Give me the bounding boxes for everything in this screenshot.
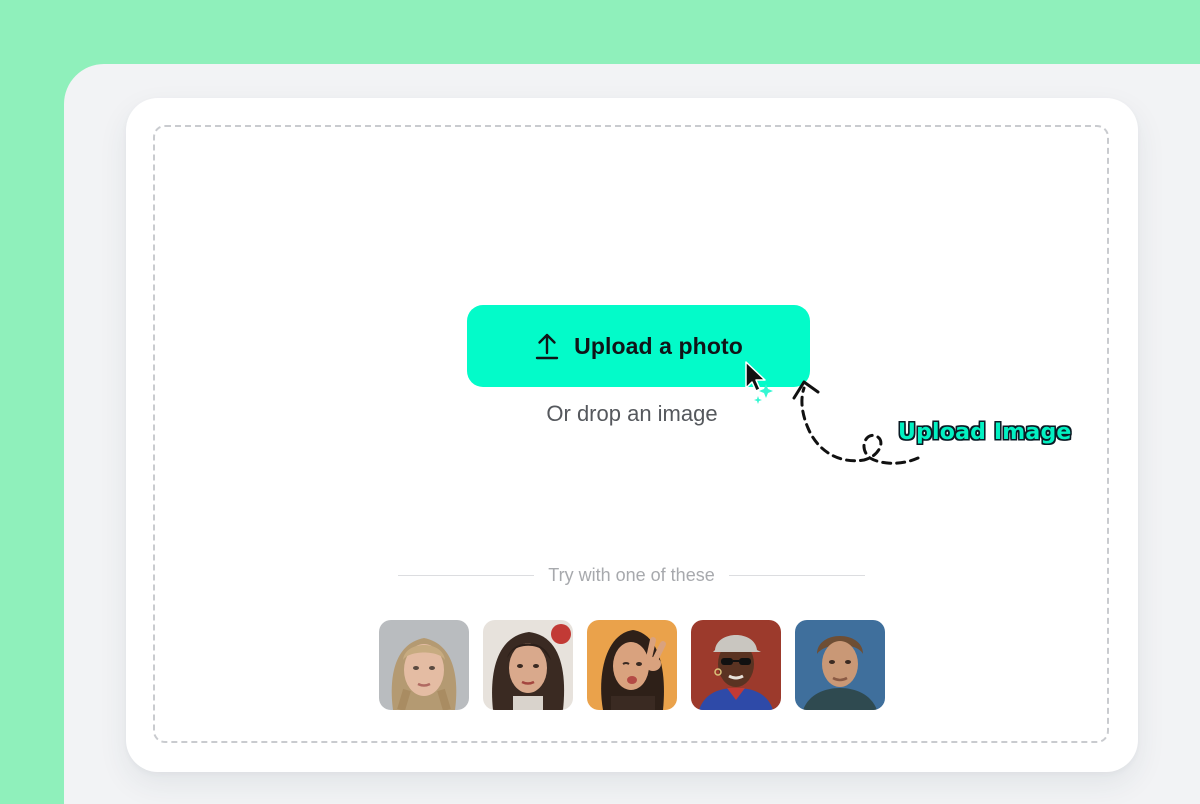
portrait-thumbnail-2 — [483, 620, 573, 710]
sample-photo-3[interactable] — [587, 620, 677, 710]
upload-image-annotation: Upload Image — [898, 420, 1072, 445]
sample-photo-2[interactable] — [483, 620, 573, 710]
mouse-cursor-icon — [745, 361, 773, 404]
portrait-thumbnail-1 — [379, 620, 469, 710]
upload-button-label: Upload a photo — [574, 332, 743, 359]
sample-photo-5[interactable] — [795, 620, 885, 710]
divider-line-right — [728, 574, 866, 576]
samples-heading: Try with one of these — [548, 564, 715, 585]
sample-photos — [379, 620, 885, 710]
sample-photo-4[interactable] — [691, 620, 781, 710]
divider-line-left — [398, 574, 535, 576]
sample-photo-1[interactable] — [379, 620, 469, 710]
upload-arrow-icon — [535, 333, 559, 360]
portrait-thumbnail-4 — [691, 620, 781, 710]
samples-divider: Try with one of these — [398, 563, 866, 587]
portrait-thumbnail-3 — [587, 620, 677, 710]
portrait-thumbnail-5 — [795, 620, 885, 710]
